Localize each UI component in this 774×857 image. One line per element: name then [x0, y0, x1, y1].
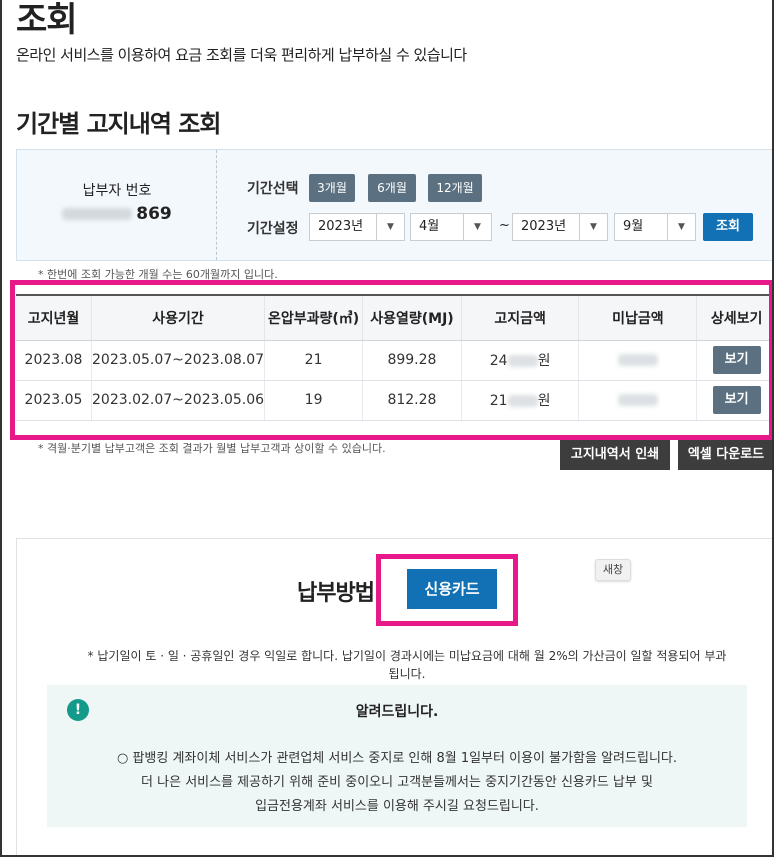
to-month-select[interactable]: 9월 ▼ — [614, 213, 696, 241]
due-date-note: * 납기일이 토 · 일 · 공휴일인 경우 익일로 합니다. 납기일이 경과시… — [87, 649, 727, 681]
cell-heat: 812.28 — [362, 380, 462, 421]
cell-amount: 24 원 — [461, 340, 580, 381]
cell-volume: 21 — [264, 340, 364, 381]
notice-title: 알려드립니다. — [355, 704, 439, 720]
bill-table: 고지년월 사용기간 온압부과량(㎥) 사용열량(MJ) 고지금액 미납금액 상세… — [16, 294, 772, 421]
masked-amount — [507, 355, 538, 367]
masked-amount — [507, 395, 538, 407]
amount-suffix: 원 — [537, 353, 551, 369]
cell-volume: 19 — [264, 380, 364, 421]
page-subtitle: 온라인 서비스를 이용하여 요금 조회를 더욱 편리하게 납부하실 수 있습니다 — [16, 46, 467, 64]
cell-view: 보기 — [696, 380, 772, 421]
cell-amount: 21 원 — [461, 380, 580, 421]
table-row: 2023.05 2023.02.07~2023.05.06 19 812.28 … — [16, 380, 772, 421]
notice-box: ! 알려드립니다. ○ 팝뱅킹 계좌이체 서비스가 관련업체 서비스 중지로 인… — [47, 685, 747, 827]
col-header: 고지금액 — [461, 296, 580, 341]
notice-line: ○ 팝뱅킹 계좌이체 서비스가 관련업체 서비스 중지로 인해 8월 1일부터 … — [116, 751, 677, 766]
col-header: 고지년월 — [16, 296, 93, 341]
masked-unpaid — [617, 354, 658, 366]
period-chip-12m[interactable]: 12개월 — [428, 174, 482, 202]
from-year-value: 2023년 — [318, 219, 364, 234]
period-select-label: 기간선택 — [247, 181, 299, 197]
new-window-tooltip: 새창 — [595, 559, 631, 581]
view-detail-button[interactable]: 보기 — [712, 346, 761, 374]
col-header: 사용열량(MJ) — [362, 296, 462, 341]
billing-cycle-note: * 격월·분기별 납부고객은 조회 결과가 월별 납부고객과 상이할 수 있습니… — [38, 442, 386, 455]
payment-title: 납부방법 — [297, 581, 375, 606]
masked-unpaid — [617, 394, 658, 406]
cell-heat: 899.28 — [362, 340, 462, 381]
section-title: 기간별 고지내역 조회 — [16, 110, 221, 138]
chevron-down-icon: ▼ — [579, 214, 607, 240]
print-bill-button[interactable]: 고지내역서 인쇄 — [560, 440, 670, 470]
to-year-select[interactable]: 2023년 ▼ — [512, 213, 608, 241]
from-month-select[interactable]: 4월 ▼ — [410, 213, 492, 241]
table-header-row: 고지년월 사용기간 온압부과량(㎥) 사용열량(MJ) 고지금액 미납금액 상세… — [16, 296, 772, 341]
cell-unpaid — [578, 340, 698, 381]
col-header: 상세보기 — [696, 296, 772, 341]
search-panel: 납부자 번호 869 기간선택 3개월 6개월 12개월 기간설정 2023년 … — [16, 149, 772, 261]
notice-line: 더 나은 서비스를 제공하기 위해 준비 중이오니 고객분들께서는 중지기간동안… — [141, 775, 653, 790]
chevron-down-icon: ▼ — [463, 214, 491, 240]
payer-number-visible: 869 — [136, 204, 172, 224]
view-detail-button[interactable]: 보기 — [712, 386, 761, 414]
period-chip-3m[interactable]: 3개월 — [309, 174, 355, 202]
cell-ym: 2023.05 — [16, 380, 93, 421]
query-limit-note: * 한번에 조회 가능한 개월 수는 60개월까지 입니다. — [38, 268, 278, 281]
range-separator: ~ — [499, 218, 510, 233]
payer-column: 납부자 번호 869 — [17, 150, 217, 260]
amount-prefix: 24 — [489, 353, 508, 369]
from-year-select[interactable]: 2023년 ▼ — [309, 213, 405, 241]
payer-number: 869 — [17, 204, 217, 224]
cell-period: 2023.02.07~2023.05.06 — [91, 380, 266, 421]
to-month-value: 9월 — [623, 219, 644, 234]
cell-unpaid — [578, 380, 698, 421]
page-frame: 조회 온라인 서비스를 이용하여 요금 조회를 더욱 편리하게 납부하실 수 있… — [0, 0, 774, 857]
query-button[interactable]: 조회 — [703, 213, 753, 241]
page-title: 조회 — [16, 0, 78, 40]
cell-ym: 2023.08 — [16, 340, 93, 381]
notice-body: ○ 팝뱅킹 계좌이체 서비스가 관련업체 서비스 중지로 인해 8월 1일부터 … — [47, 747, 747, 819]
chevron-down-icon: ▼ — [376, 214, 404, 240]
to-year-value: 2023년 — [521, 219, 567, 234]
excel-download-button[interactable]: 엑셀 다운로드 — [678, 440, 772, 470]
notice-line: 입금전용계좌 서비스를 이용해 주시길 요청드립니다. — [255, 799, 539, 814]
masked-digits — [62, 208, 133, 220]
payment-section: 납부방법 신용카드 새창 * 납기일이 토 · 일 · 공휴일인 경우 익일로 … — [16, 538, 772, 855]
credit-card-button[interactable]: 신용카드 — [407, 569, 497, 609]
col-header: 미납금액 — [578, 296, 698, 341]
chevron-down-icon: ▼ — [667, 214, 695, 240]
col-header: 온압부과량(㎥) — [264, 296, 364, 341]
payer-label: 납부자 번호 — [82, 183, 152, 199]
period-setting-label: 기간설정 — [247, 221, 299, 237]
cell-period: 2023.05.07~2023.08.07 — [91, 340, 266, 381]
amount-suffix: 원 — [537, 393, 551, 409]
col-header: 사용기간 — [91, 296, 266, 341]
cell-view: 보기 — [696, 340, 772, 381]
table-row: 2023.08 2023.05.07~2023.08.07 21 899.28 … — [16, 340, 772, 381]
from-month-value: 4월 — [419, 219, 440, 234]
period-chip-6m[interactable]: 6개월 — [368, 174, 416, 202]
amount-prefix: 21 — [489, 393, 508, 409]
